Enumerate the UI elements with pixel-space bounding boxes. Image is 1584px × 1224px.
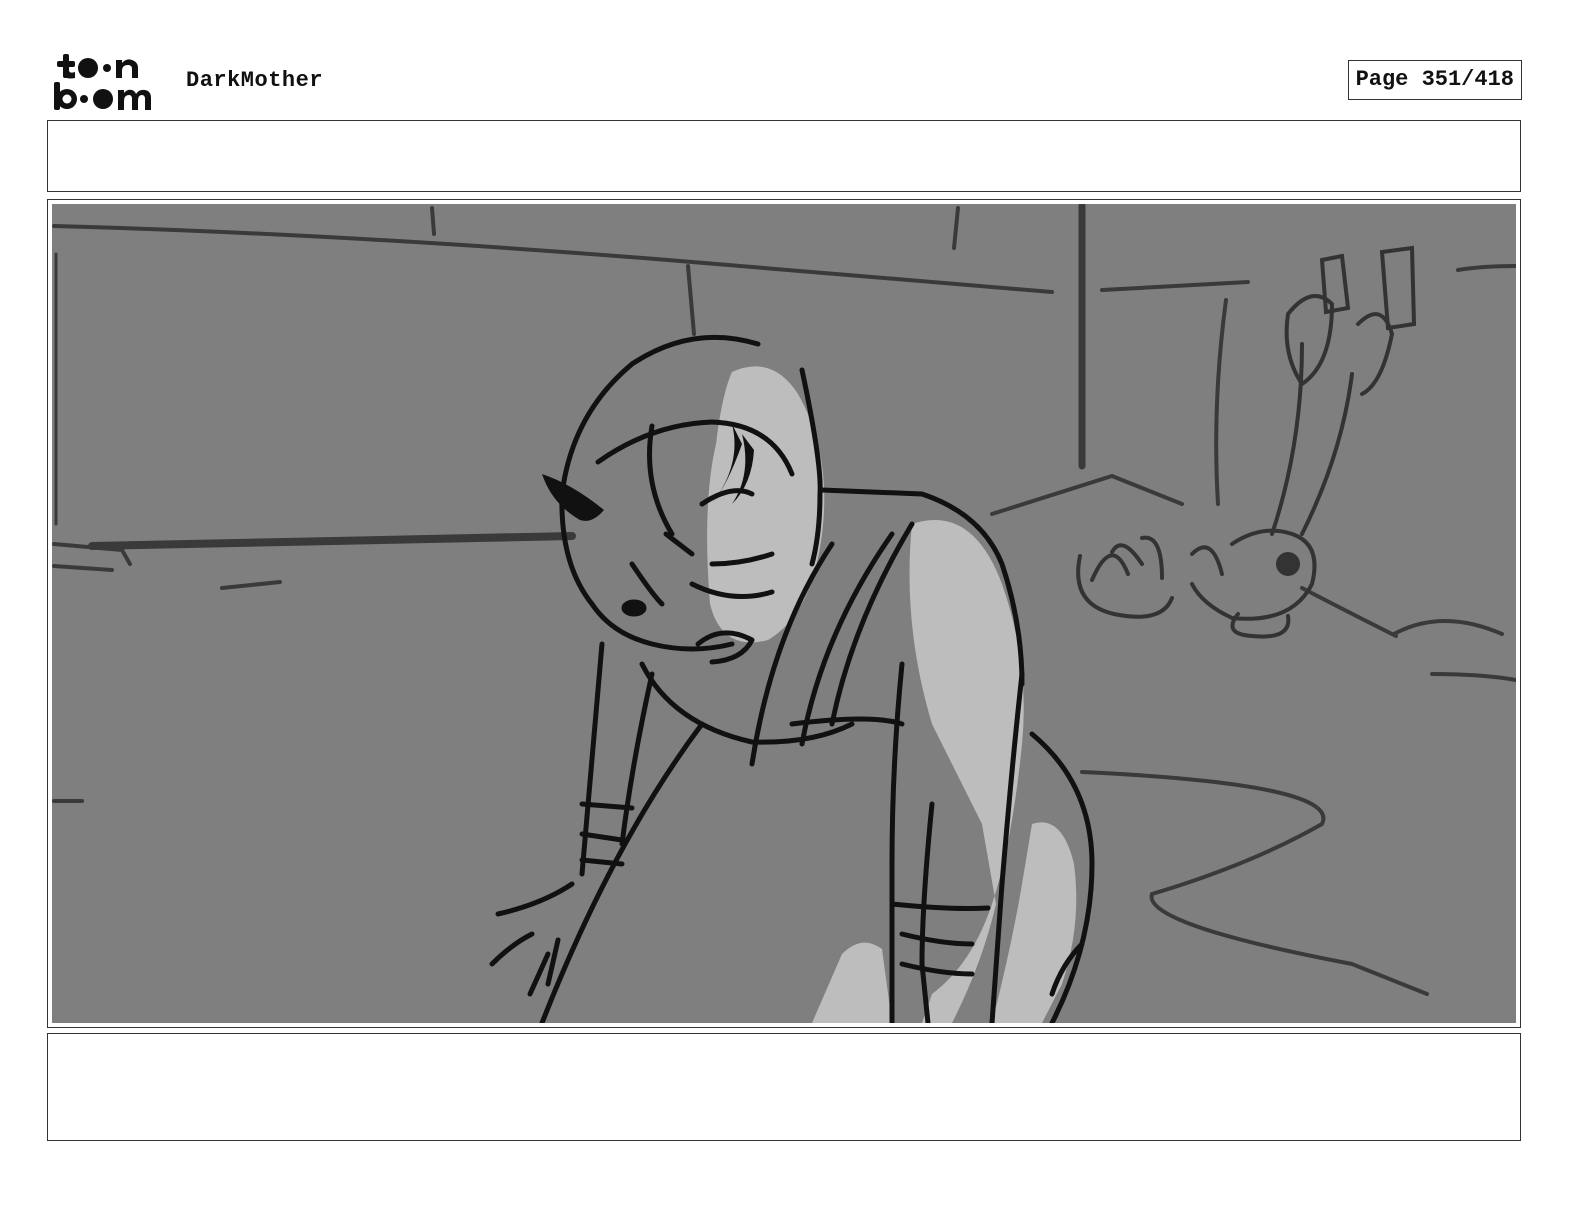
page-number-badge: Page 351/418 [1347,60,1522,100]
action-notes-box[interactable] [47,120,1521,192]
project-title: DarkMother [186,68,324,93]
dialogue-notes-text [48,1034,1520,1054]
toon-boom-logo [52,52,164,112]
action-notes-text [48,121,1520,141]
storyboard-panel [47,199,1521,1028]
sketch-image [52,204,1516,1023]
dialogue-notes-box[interactable] [47,1033,1521,1141]
